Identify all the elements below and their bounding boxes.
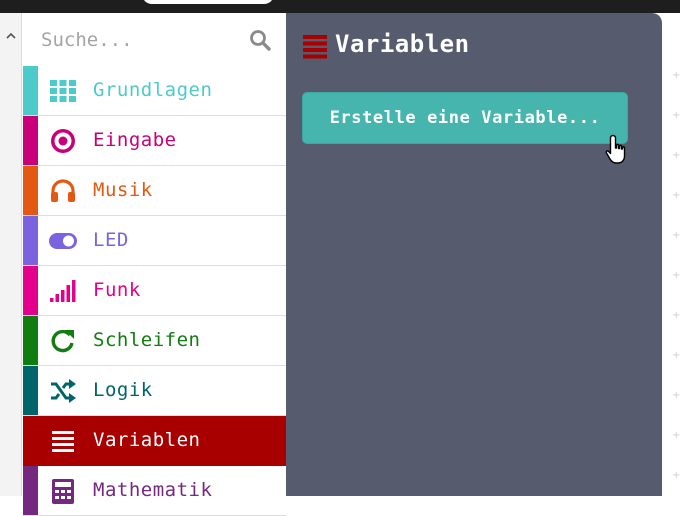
grid-plus-mark: + bbox=[672, 70, 680, 81]
grid-plus-mark: + bbox=[672, 350, 680, 361]
category-color-stripe bbox=[23, 366, 38, 415]
category-color-stripe bbox=[23, 416, 38, 466]
category-label: Schleifen bbox=[93, 329, 201, 351]
category-color-stripe bbox=[23, 216, 38, 265]
grid-plus-mark: + bbox=[672, 310, 680, 321]
category-color-stripe bbox=[23, 466, 38, 515]
variables-flyout: Variablen Erstelle eine Variable... bbox=[286, 13, 662, 496]
target-circle-icon bbox=[51, 129, 75, 153]
category-grundlagen[interactable]: Grundlagen bbox=[23, 66, 286, 116]
toolbox-scrollbar[interactable] bbox=[0, 13, 22, 496]
chevron-up-icon[interactable] bbox=[4, 29, 18, 43]
category-label: Eingabe bbox=[93, 129, 177, 151]
category-label: Mathematik bbox=[93, 479, 213, 501]
category-variablen[interactable]: Variablen bbox=[23, 416, 286, 466]
category-musik[interactable]: Musik bbox=[23, 166, 286, 216]
category-logik[interactable]: Logik bbox=[23, 366, 286, 416]
refresh-icon bbox=[51, 329, 74, 353]
grid-plus-mark: + bbox=[672, 190, 680, 201]
grid-plus-mark: + bbox=[672, 470, 680, 481]
grid-plus-mark: + bbox=[672, 110, 680, 121]
headphones-icon bbox=[51, 179, 75, 202]
hand-pointer-icon bbox=[605, 134, 626, 164]
grid-plus-mark: + bbox=[672, 430, 680, 441]
search-icon[interactable] bbox=[248, 28, 272, 52]
top-tab-edge bbox=[142, 0, 274, 4]
category-mathematik[interactable]: Mathematik bbox=[23, 466, 286, 516]
category-eingabe[interactable]: Eingabe bbox=[23, 116, 286, 166]
category-label: Variablen bbox=[93, 429, 201, 451]
search-row bbox=[23, 13, 286, 66]
toolbox: Grundlagen Eingabe Musik LED bbox=[23, 13, 286, 516]
signal-bars-icon bbox=[50, 280, 76, 302]
category-label: Grundlagen bbox=[93, 79, 213, 101]
category-label: Funk bbox=[93, 279, 141, 301]
grid-plus-mark: + bbox=[672, 270, 680, 281]
category-label: Musik bbox=[93, 179, 153, 201]
grid-plus-mark: + bbox=[672, 390, 680, 401]
search-input[interactable] bbox=[37, 26, 241, 54]
category-color-stripe bbox=[23, 166, 38, 215]
grid-plus-mark: + bbox=[672, 150, 680, 161]
grid-plus-mark: + bbox=[672, 230, 680, 241]
category-color-stripe bbox=[23, 66, 38, 115]
grid-icon bbox=[50, 80, 76, 102]
workspace-canvas[interactable]: + + + + + + + + + + + bbox=[662, 13, 680, 496]
calculator-icon bbox=[52, 479, 74, 504]
make-variable-button[interactable]: Erstelle eine Variable... bbox=[302, 92, 628, 144]
list-lines-icon bbox=[303, 35, 327, 59]
category-color-stripe bbox=[23, 116, 38, 165]
category-color-stripe bbox=[23, 266, 38, 315]
flyout-title: Variablen bbox=[335, 30, 470, 58]
list-lines-icon bbox=[52, 431, 74, 452]
category-funk[interactable]: Funk bbox=[23, 266, 286, 316]
category-label: Logik bbox=[93, 379, 153, 401]
category-led[interactable]: LED bbox=[23, 216, 286, 266]
category-label: LED bbox=[93, 229, 129, 251]
category-schleifen[interactable]: Schleifen bbox=[23, 316, 286, 366]
toggle-icon bbox=[49, 233, 77, 249]
shuffle-icon bbox=[51, 379, 76, 403]
top-bar bbox=[0, 0, 680, 13]
category-color-stripe bbox=[23, 316, 38, 365]
